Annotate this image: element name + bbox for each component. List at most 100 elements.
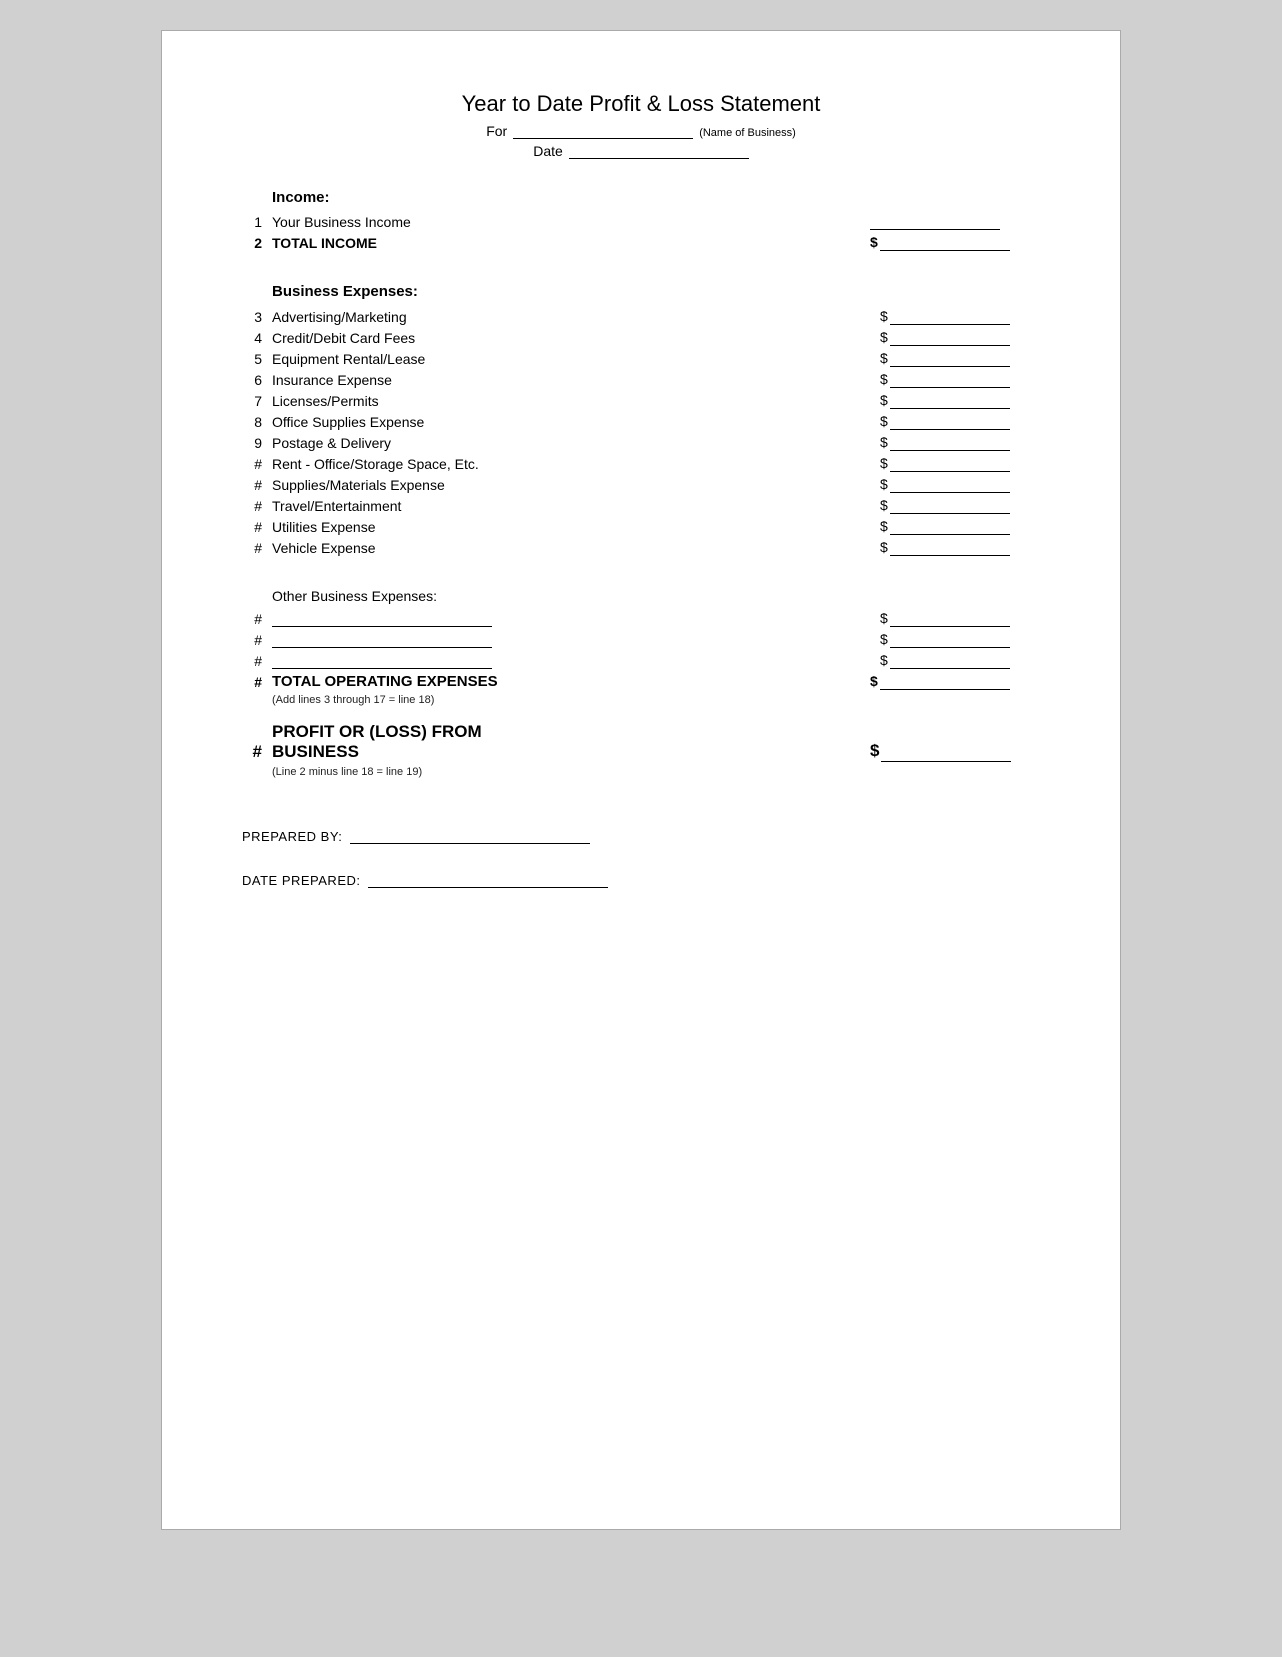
line-num-7: 7 — [242, 393, 272, 409]
total-operating-row: # TOTAL OPERATING EXPENSES $ — [242, 673, 1040, 690]
profit-loss-note: (Line 2 minus line 18 = line 19) — [272, 766, 1040, 778]
income-line-1: 1 Your Business Income — [242, 214, 1040, 230]
expense-14-amount: $ — [880, 539, 1040, 556]
expense-14-desc: Vehicle Expense — [272, 540, 880, 556]
expense-7-desc: Licenses/Permits — [272, 393, 880, 409]
expense-line-6: 6 Insurance Expense $ — [242, 371, 1040, 388]
expense-line-4: 4 Credit/Debit Card Fees $ — [242, 329, 1040, 346]
for-line: For (Name of Business) — [242, 123, 1040, 139]
date-prepared-field[interactable] — [368, 872, 608, 888]
total-operating-num: # — [242, 674, 272, 690]
date-prepared-label: DATE PREPARED: — [242, 873, 360, 888]
expense-11-desc: Supplies/Materials Expense — [272, 477, 880, 493]
expense-4-desc: Credit/Debit Card Fees — [272, 330, 880, 346]
total-income-dollar: $ — [870, 234, 878, 250]
expense-6-desc: Insurance Expense — [272, 372, 880, 388]
expense-13-amount: $ — [880, 518, 1040, 535]
other-expenses-label: Other Business Expenses: — [272, 588, 1040, 604]
income-line-1-amount — [870, 214, 1040, 230]
other-expense-1: # $ — [242, 610, 1040, 627]
expense-line-3: 3 Advertising/Marketing $ — [242, 308, 1040, 325]
expense-line-11: # Supplies/Materials Expense $ — [242, 476, 1040, 493]
expense-7-amount: $ — [880, 392, 1040, 409]
expense-10-desc: Rent - Office/Storage Space, Etc. — [272, 456, 880, 472]
expense-line-7: 7 Licenses/Permits $ — [242, 392, 1040, 409]
expense-line-13: # Utilities Expense $ — [242, 518, 1040, 535]
expense-line-14: # Vehicle Expense $ — [242, 539, 1040, 556]
line-num-11: # — [242, 477, 272, 493]
expenses-section-label: Business Expenses: — [272, 283, 1040, 300]
profit-loss-num: # — [242, 742, 272, 762]
line-num-14: # — [242, 540, 272, 556]
income-line-2-desc: TOTAL INCOME — [272, 235, 576, 251]
other-expense-3-amount: $ — [880, 652, 1040, 669]
expense-line-10: # Rent - Office/Storage Space, Etc. $ — [242, 455, 1040, 472]
line-num-3: 3 — [242, 309, 272, 325]
line-num-5: 5 — [242, 351, 272, 367]
date-line: Date — [242, 143, 1040, 159]
expense-line-9: 9 Postage & Delivery $ — [242, 434, 1040, 451]
other-expense-1-desc — [272, 611, 880, 627]
other-expense-1-amount: $ — [880, 610, 1040, 627]
line-num-10: # — [242, 456, 272, 472]
expense-3-amount: $ — [880, 308, 1040, 325]
income-line-1-desc: Your Business Income — [272, 214, 576, 230]
document-title: Year to Date Profit & Loss Statement — [242, 91, 1040, 117]
business-name-field[interactable] — [513, 138, 693, 139]
expense-10-amount: $ — [880, 455, 1040, 472]
other-expense-2-desc — [272, 632, 880, 648]
profit-loss-desc: PROFIT OR (LOSS) FROM BUSINESS — [272, 722, 576, 762]
prepared-section: PREPARED BY: DATE PREPARED: — [242, 828, 1040, 888]
expense-13-desc: Utilities Expense — [272, 519, 880, 535]
line-num-13: # — [242, 519, 272, 535]
expense-5-desc: Equipment Rental/Lease — [272, 351, 880, 367]
other-expense-2-amount: $ — [880, 631, 1040, 648]
expense-line-12: # Travel/Entertainment $ — [242, 497, 1040, 514]
expense-12-amount: $ — [880, 497, 1040, 514]
expense-line-8: 8 Office Supplies Expense $ — [242, 413, 1040, 430]
expense-4-amount: $ — [880, 329, 1040, 346]
line-num-8: 8 — [242, 414, 272, 430]
line-num-4: 4 — [242, 330, 272, 346]
total-income-underline[interactable] — [880, 235, 1010, 251]
other-expense-2: # $ — [242, 631, 1040, 648]
expense-9-desc: Postage & Delivery — [272, 435, 880, 451]
line-num-12: # — [242, 498, 272, 514]
other-line-num-3: # — [242, 653, 272, 669]
total-operating-note: (Add lines 3 through 17 = line 18) — [272, 694, 1040, 706]
for-label: For — [486, 123, 507, 139]
expense-3-desc: Advertising/Marketing — [272, 309, 880, 325]
expense-8-amount: $ — [880, 413, 1040, 430]
date-prepared-row: DATE PREPARED: — [242, 872, 1040, 888]
line-number-1: 1 — [242, 214, 272, 230]
name-of-business-label: (Name of Business) — [699, 127, 796, 139]
prepared-by-field[interactable] — [350, 828, 590, 844]
profit-loss-section: # PROFIT OR (LOSS) FROM BUSINESS $ (Line… — [242, 722, 1040, 778]
line-num-9: 9 — [242, 435, 272, 451]
profit-loss-amount: $ — [870, 741, 1040, 762]
other-line-num-2: # — [242, 632, 272, 648]
expense-8-desc: Office Supplies Expense — [272, 414, 880, 430]
total-operating-amount: $ — [870, 673, 1040, 690]
prepared-by-row: PREPARED BY: — [242, 828, 1040, 844]
document-page: Year to Date Profit & Loss Statement For… — [161, 30, 1121, 1530]
income-line-2: 2 TOTAL INCOME $ — [242, 234, 1040, 251]
prepared-by-label: PREPARED BY: — [242, 829, 342, 844]
expense-6-amount: $ — [880, 371, 1040, 388]
other-line-num-1: # — [242, 611, 272, 627]
expense-12-desc: Travel/Entertainment — [272, 498, 880, 514]
expense-11-amount: $ — [880, 476, 1040, 493]
total-operating-desc: TOTAL OPERATING EXPENSES — [272, 673, 576, 690]
date-field[interactable] — [569, 158, 749, 159]
total-income-amount: $ — [870, 234, 1040, 251]
line-number-2: 2 — [242, 235, 272, 251]
expense-9-amount: $ — [880, 434, 1040, 451]
other-expense-3-desc — [272, 653, 880, 669]
line-num-6: 6 — [242, 372, 272, 388]
date-label: Date — [533, 143, 563, 159]
expense-line-5: 5 Equipment Rental/Lease $ — [242, 350, 1040, 367]
income-1-underline[interactable] — [870, 214, 1000, 230]
income-section-label: Income: — [272, 189, 1040, 206]
expense-5-amount: $ — [880, 350, 1040, 367]
profit-loss-row: # PROFIT OR (LOSS) FROM BUSINESS $ — [242, 722, 1040, 762]
